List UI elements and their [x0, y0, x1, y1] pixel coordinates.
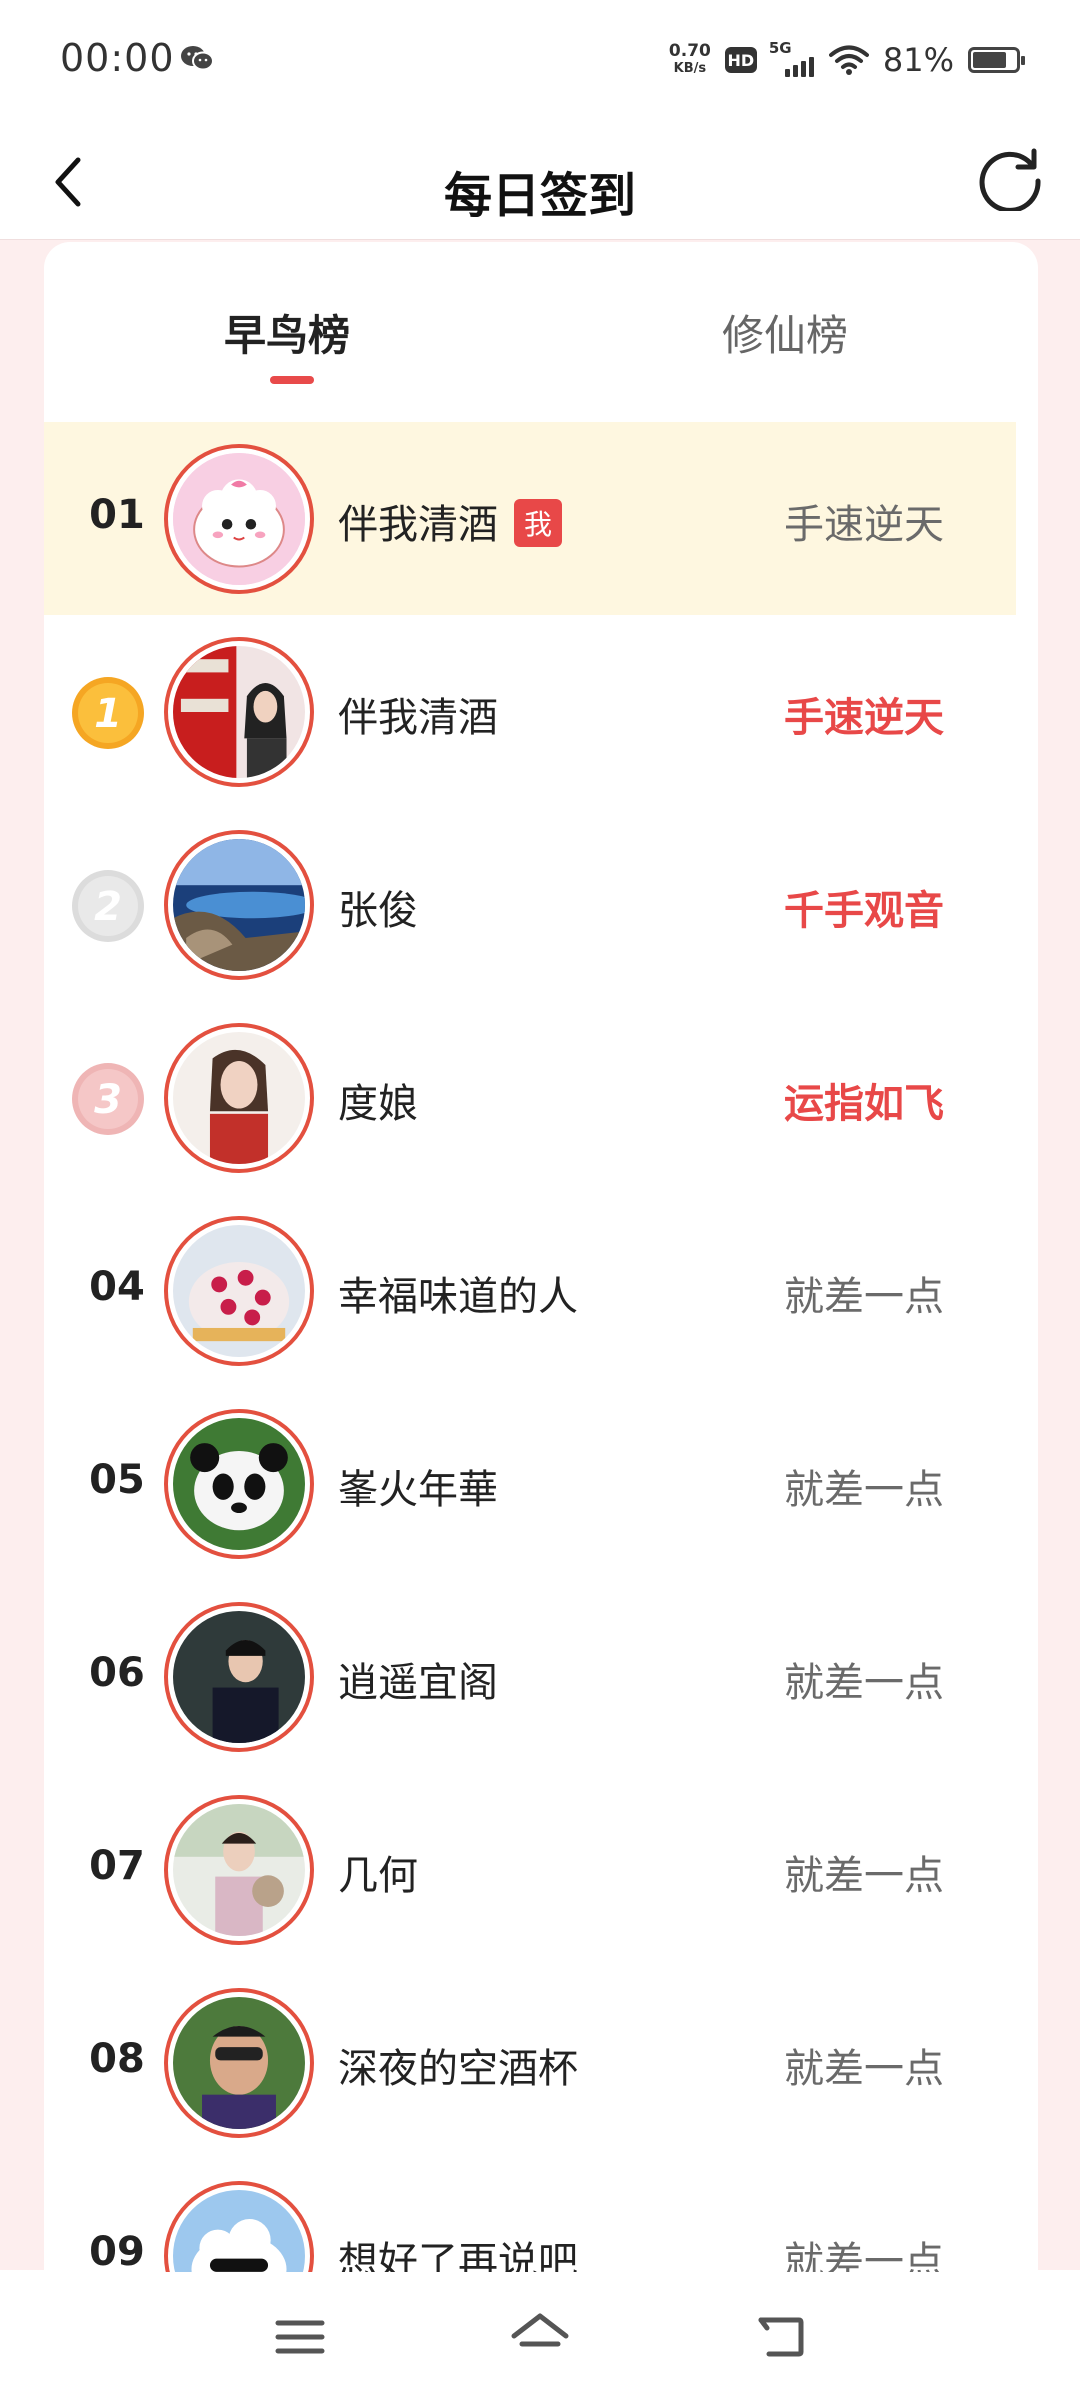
- bronze-medal-icon: 3: [72, 1063, 144, 1135]
- cartoon-cloud-avatar: [173, 453, 305, 585]
- sign-in-status: 就差一点: [784, 1853, 944, 1899]
- panda-avatar: [173, 1418, 305, 1550]
- my-rank-row[interactable]: 01 伴我清酒我 手速逆天: [44, 422, 1016, 615]
- rank-row[interactable]: 05 峯火年華 就差一点: [44, 1387, 1016, 1580]
- status-indicators: 0.70 KB/s HD 5G 81%: [669, 39, 1025, 80]
- nav-home-button[interactable]: [505, 2302, 575, 2372]
- avatar[interactable]: [164, 637, 314, 787]
- avatar[interactable]: [164, 1023, 314, 1173]
- rank-row[interactable]: 07 几何 就差一点: [44, 1773, 1016, 1966]
- gold-medal-icon: 1: [72, 677, 144, 749]
- app-header: 每日签到: [0, 120, 1080, 240]
- wifi-icon: [828, 45, 869, 75]
- sign-in-status: 就差一点: [784, 1274, 944, 1320]
- rank-row[interactable]: 1 伴我清酒 手速逆天: [44, 615, 1016, 808]
- nickname: 深夜的空酒杯: [338, 2046, 578, 2092]
- nickname: 几何: [338, 1853, 418, 1899]
- landscape-avatar: [173, 839, 305, 971]
- avatar[interactable]: [164, 1409, 314, 1559]
- photo-avatar: [173, 646, 305, 778]
- avatar[interactable]: [164, 1988, 314, 2138]
- cellular-signal-icon: 5G: [769, 39, 815, 77]
- photo-avatar: [173, 1032, 305, 1164]
- nickname-text: 伴我清酒: [338, 502, 498, 548]
- sign-in-status: 就差一点: [784, 2046, 944, 2092]
- rank-row[interactable]: 06 逍遥宜阁 就差一点: [44, 1580, 1016, 1773]
- rank-number: 06: [89, 1650, 145, 1696]
- medal-rank-number: 2: [94, 884, 122, 930]
- nickname: 峯火年華: [338, 1467, 498, 1513]
- avatar[interactable]: [164, 444, 314, 594]
- page-title: 每日签到: [443, 168, 636, 224]
- sign-in-status: 就差一点: [784, 1467, 944, 1513]
- rank-number: 05: [89, 1457, 145, 1503]
- avatar[interactable]: [164, 1216, 314, 1366]
- active-tab-indicator: [270, 376, 314, 384]
- status-bar: 00:00 0.70 KB/s HD 5G 81%: [0, 0, 1080, 120]
- avatar[interactable]: [164, 830, 314, 980]
- rank-number: 07: [89, 1843, 145, 1889]
- photo-avatar: [173, 1611, 305, 1743]
- ranking-list: 01 伴我清酒我 手速逆天 1 伴我清酒 手速逆天 2 张俊 千手观音 3 度娘…: [44, 422, 1016, 2352]
- nickname: 张俊: [338, 888, 418, 934]
- battery-percentage: 81%: [882, 41, 954, 79]
- status-time: 00:00: [60, 36, 175, 80]
- sign-in-status: 就差一点: [784, 1660, 944, 1706]
- return-icon: [758, 2317, 804, 2357]
- network-speed-unit: KB/s: [673, 61, 707, 76]
- nav-back-button[interactable]: [745, 2302, 815, 2372]
- menu-icon: [275, 2320, 325, 2354]
- nickname: 度娘: [338, 1081, 418, 1127]
- rank-number: 08: [89, 2036, 145, 2082]
- photo-avatar: [173, 1997, 305, 2129]
- nickname: 伴我清酒: [338, 695, 498, 741]
- me-badge: 我: [514, 499, 563, 547]
- nickname: 伴我清酒我: [338, 492, 563, 550]
- battery-icon: [968, 47, 1025, 73]
- avatar[interactable]: [164, 1795, 314, 1945]
- sign-in-status: 手速逆天: [784, 502, 944, 548]
- medal-rank-number: 3: [94, 1077, 122, 1123]
- refresh-button[interactable]: [970, 138, 1050, 218]
- network-speed-value: 0.70: [668, 41, 711, 61]
- rank-row[interactable]: 08 深夜的空酒杯 就差一点: [44, 1966, 1016, 2159]
- medal-rank-number: 1: [94, 691, 122, 737]
- hd-badge: HD: [724, 47, 757, 73]
- sign-in-status: 运指如飞: [784, 1081, 944, 1127]
- system-navigation-bar: [0, 2272, 1080, 2400]
- sign-in-status: 手速逆天: [784, 695, 944, 741]
- nav-menu-button[interactable]: [265, 2302, 335, 2372]
- network-type-label: 5G: [768, 39, 792, 57]
- rank-number: 01: [89, 492, 145, 538]
- avatar[interactable]: [164, 1602, 314, 1752]
- rank-row[interactable]: 3 度娘 运指如飞: [44, 1001, 1016, 1194]
- tab-early-bird[interactable]: 早鸟榜: [224, 302, 350, 363]
- home-icon: [511, 2313, 569, 2347]
- silver-medal-icon: 2: [72, 870, 144, 942]
- sign-in-status: 千手观音: [784, 888, 944, 934]
- cake-avatar: [173, 1225, 305, 1357]
- rank-number: 09: [89, 2229, 145, 2275]
- photo-avatar: [173, 1804, 305, 1936]
- nickname: 幸福味道的人: [338, 1274, 578, 1320]
- nickname: 逍遥宜阁: [338, 1660, 498, 1706]
- rank-row[interactable]: 04 幸福味道的人 就差一点: [44, 1194, 1016, 1387]
- ranking-tabs: 早鸟榜 修仙榜: [44, 280, 1038, 420]
- wechat-icon: [181, 46, 214, 71]
- rank-row[interactable]: 2 张俊 千手观音: [44, 808, 1016, 1001]
- network-speed: 0.70 KB/s: [669, 43, 711, 77]
- refresh-icon: [979, 148, 1041, 211]
- rank-number: 04: [89, 1264, 145, 1310]
- tab-cultivation[interactable]: 修仙榜: [722, 302, 848, 363]
